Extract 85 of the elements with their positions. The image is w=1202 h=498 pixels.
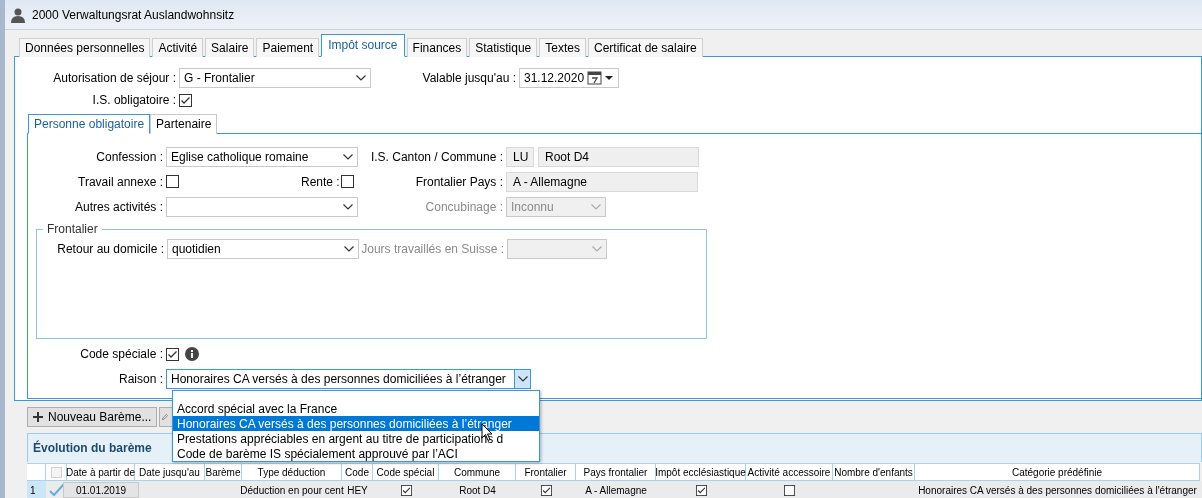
field-label: Rente :	[301, 174, 341, 189]
column-header[interactable]: Commune	[439, 463, 516, 481]
plus-icon	[33, 412, 43, 422]
calendar-icon	[587, 70, 602, 85]
tab[interactable]: Finances	[406, 38, 468, 57]
field-label: Jours travaillés en Suisse :	[360, 241, 505, 256]
table-cell-text: Déduction en pour cent	[242, 483, 342, 498]
chevron-down-icon	[592, 245, 602, 252]
chevron-down-icon	[517, 375, 528, 382]
chevron-down-icon	[343, 153, 353, 160]
table-cell-text: Root D4	[458, 483, 497, 498]
table-cell-text: Honoraires CA versés à des personnes domiciliées à l'étranger	[917, 483, 1198, 498]
column-header[interactable]: Code	[342, 463, 373, 481]
group-title: Frontalier	[43, 222, 102, 236]
column-header[interactable]: Type déduction	[242, 463, 342, 481]
column-header[interactable]: Date à partir de	[67, 463, 135, 481]
table-row[interactable]: 1 01.01.2019 Déduction en pour cent HEY Root D4 A - Allemagne Honoraires CA versés à des personnes domiciliées à l'étranger	[27, 481, 1202, 498]
select-all-checkbox[interactable]	[50, 466, 62, 478]
tab[interactable]: Certificat de salaire	[588, 38, 703, 57]
canton-field: LU	[506, 146, 534, 167]
tab[interactable]: Impôt source	[321, 34, 405, 57]
field-label: I.S. obligatoire :	[91, 93, 177, 107]
window-title: 2000 Verwaltungsrat Auslandwohnsitz	[32, 7, 235, 22]
field-label: Code spéciale :	[79, 347, 164, 361]
country-field: A - Allemagne	[506, 171, 698, 192]
tab[interactable]: Données personnelles	[19, 38, 151, 57]
checkbox[interactable]	[400, 484, 412, 496]
checkbox[interactable]	[540, 484, 552, 496]
residence-select[interactable]: G - Frontalier	[179, 67, 371, 88]
field-label: I.S. Canton / Commune :	[369, 149, 504, 164]
field-label: Raison :	[117, 371, 164, 386]
column-header[interactable]: Catégorie prédéfinie	[915, 463, 1200, 481]
caret-icon	[605, 74, 613, 81]
field-label: Confession :	[95, 149, 164, 164]
dropdown-option[interactable]: Prestations appréciables en argent au titre de participations d	[173, 431, 539, 446]
dropdown-option[interactable]: Code de barème IS spécialement approuvé par l’ACI	[173, 446, 539, 461]
table-cell-text: HEY	[346, 483, 369, 498]
chevron-down-icon	[344, 245, 354, 252]
tab[interactable]: Statistique	[469, 38, 538, 57]
chevron-down-icon	[356, 74, 366, 81]
field-label: Autres activités :	[73, 199, 164, 214]
column-header[interactable]: Frontalier	[516, 463, 576, 481]
checkbox[interactable]	[341, 175, 354, 188]
new-scale-button[interactable]: Nouveau Barème...	[27, 407, 158, 427]
tab[interactable]: Partenaire	[150, 114, 218, 134]
column-header[interactable]: Nombre d'enfants	[833, 463, 915, 481]
field-label: Autorisation de séjour :	[52, 70, 177, 85]
column-header[interactable]: Code spécial	[373, 463, 439, 481]
tab[interactable]: Personne obligatoire	[28, 114, 151, 134]
reason-select[interactable]: Honoraires CA versés à des personnes domiciliées à l’étranger	[166, 368, 531, 389]
date-field[interactable]: 31.12.2020	[519, 67, 619, 88]
tab[interactable]: Activité	[152, 38, 204, 57]
tab[interactable]: Textes	[539, 38, 586, 57]
column-header[interactable]: Date jusqu'au	[135, 463, 205, 481]
tab[interactable]: Salaire	[205, 38, 255, 57]
field-label: Retour au domicile :	[56, 241, 165, 256]
tab[interactable]: Paiement	[256, 38, 320, 57]
table-cell: 01.01.2019	[62, 482, 140, 498]
field-label: Concubinage :	[424, 199, 504, 214]
person-icon	[10, 6, 26, 23]
chevron-down-icon	[591, 203, 601, 210]
column-header[interactable]: Pays frontalier	[576, 463, 656, 481]
checkbox[interactable]	[166, 175, 179, 188]
checkbox[interactable]	[166, 347, 179, 361]
commune-field: Root D4	[538, 146, 699, 167]
checkbox[interactable]	[695, 484, 707, 496]
field-label: Valable jusqu'au :	[421, 70, 517, 85]
table-cell-text: A - Allemagne	[584, 483, 648, 498]
section-title: Évolution du barème	[33, 441, 152, 455]
field-label: Travail annexe :	[77, 174, 164, 189]
confession-select[interactable]: Eglise catholique romaine	[166, 146, 358, 167]
column-header[interactable]: Barème	[205, 463, 242, 481]
column-header[interactable]: Activité accessoire	[746, 463, 833, 481]
field-label: Frontalier Pays :	[414, 174, 504, 189]
info-icon[interactable]	[185, 347, 199, 361]
dropdown-button[interactable]	[514, 369, 530, 388]
checkbox[interactable]	[179, 93, 192, 107]
dropdown-option[interactable]: Honoraires CA versés à des personnes domiciliées à l’étranger	[173, 416, 539, 431]
chevron-down-icon	[343, 203, 353, 210]
dropdown-option[interactable]: Accord spécial avec la France	[173, 401, 539, 416]
column-header[interactable]: Impôt ecclésiastique	[656, 463, 746, 481]
row-number: 1	[27, 481, 46, 498]
checkbox[interactable]	[784, 484, 795, 496]
return-select[interactable]: quotidien	[167, 238, 359, 259]
pencil-icon	[162, 414, 169, 420]
